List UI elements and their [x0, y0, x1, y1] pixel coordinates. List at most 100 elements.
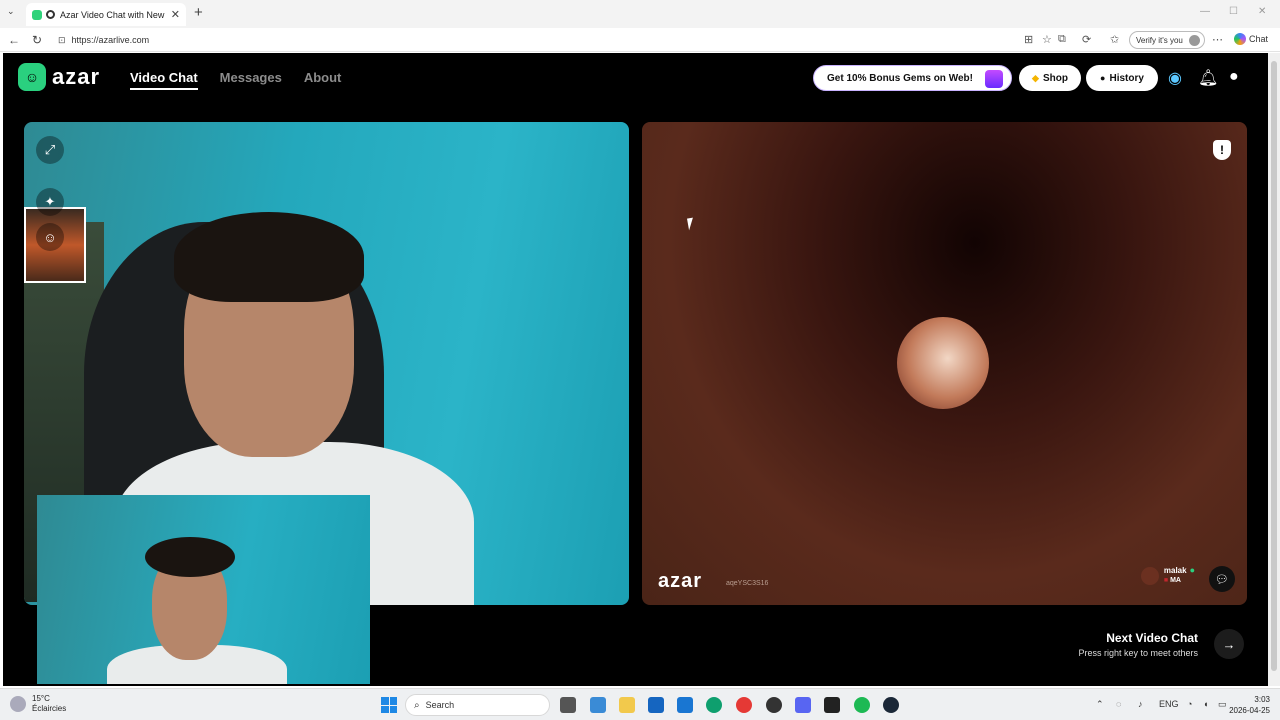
- browser-tabbar: ⌄ Azar Video Chat with New Pe ✕ + — ☐ ✕: [0, 0, 1280, 28]
- new-tab-button[interactable]: +: [194, 4, 203, 21]
- browser-tab[interactable]: Azar Video Chat with New Pe ✕: [26, 3, 186, 26]
- read-aloud-icon[interactable]: ⊞: [1024, 33, 1033, 46]
- page-scrollbar[interactable]: [1268, 53, 1280, 686]
- person-hair: [174, 212, 364, 302]
- azar-logo-icon: ☺: [18, 63, 46, 91]
- next-arrow-button[interactable]: →: [1214, 629, 1244, 659]
- azar-page: ☺ azar Video Chat Messages About Get 10%…: [3, 53, 1268, 686]
- azar-logo[interactable]: ☺ azar: [18, 63, 100, 91]
- face-filter-icon[interactable]: ☺: [36, 223, 64, 251]
- tab-list-dropdown-icon[interactable]: ⌄: [7, 6, 15, 17]
- browser-essentials-icon[interactable]: ⟳: [1082, 33, 1091, 46]
- remote-username: malak: [1163, 566, 1187, 575]
- remote-camera-circle: [897, 317, 989, 409]
- clock-date: 2026-04-25: [1229, 706, 1270, 715]
- nav-messages[interactable]: Messages: [220, 70, 282, 90]
- logo-text: azar: [52, 64, 101, 89]
- copilot-label: Chat: [1249, 34, 1269, 44]
- weather-widget[interactable]: 15°C Éclaircies: [10, 694, 66, 714]
- magic-wand-icon[interactable]: ✦: [36, 188, 64, 216]
- microphone-icon[interactable]: ♪: [1138, 699, 1143, 709]
- self-preview-pip[interactable]: [37, 495, 370, 684]
- battery-icon[interactable]: ▭: [1218, 699, 1227, 710]
- taskbar-search[interactable]: ⌕ Search: [405, 694, 550, 716]
- remote-country: MA: [1170, 577, 1181, 584]
- close-tab-icon[interactable]: ✕: [171, 8, 180, 21]
- capcut-icon[interactable]: [824, 697, 840, 713]
- azar-favicon-icon: [32, 9, 42, 20]
- verify-label: Verify it's you: [1136, 35, 1183, 45]
- report-shield-icon[interactable]: !: [1213, 140, 1231, 160]
- remote-user-chip[interactable]: malak ● ■ MA: [1140, 565, 1195, 586]
- spotify-icon[interactable]: [854, 697, 870, 713]
- close-window-button[interactable]: ✕: [1258, 6, 1266, 17]
- clock-time: 3:03: [1254, 695, 1270, 704]
- task-view-icon[interactable]: [560, 697, 576, 713]
- app-icon-1[interactable]: [590, 697, 606, 713]
- nav-about[interactable]: About: [304, 70, 342, 90]
- weather-condition: Éclaircies: [32, 704, 67, 713]
- tray-overflow-icon[interactable]: ⌃: [1096, 699, 1104, 710]
- profile-verify-button[interactable]: Verify it's you: [1129, 31, 1205, 49]
- shop-button[interactable]: ◆ Shop: [1019, 65, 1081, 91]
- network-icon[interactable]: ◌: [1116, 699, 1121, 709]
- system-clock[interactable]: 3:03 2026-04-25: [1229, 694, 1270, 716]
- next-video-chat-text: Next Video Chat Press right key to meet …: [1078, 631, 1198, 658]
- copilot-button[interactable]: Chat: [1234, 33, 1268, 45]
- chat-bubble-icon[interactable]: ◉: [1168, 68, 1182, 88]
- search-placeholder: Search: [425, 700, 455, 710]
- history-label: History: [1109, 72, 1144, 84]
- extensions-icon[interactable]: ⧉: [1058, 33, 1066, 46]
- remote-video-panel: ! azar aqeYSC3S16 malak ● ■ MA 💬︎: [642, 122, 1247, 605]
- verified-icon: ●: [1189, 565, 1195, 575]
- remote-azar-watermark: azar: [658, 570, 703, 592]
- outlook-icon[interactable]: [677, 697, 693, 713]
- url-field[interactable]: ⊡ https://azarlive.com: [52, 31, 1012, 49]
- bell-icon[interactable]: 🔔︎: [1198, 68, 1218, 88]
- bonus-gems-promo-button[interactable]: Get 10% Bonus Gems on Web!: [813, 65, 1012, 91]
- discord-icon[interactable]: [795, 697, 811, 713]
- clock-icon: ●: [1100, 73, 1106, 83]
- remote-session-code: aqeYSC3S16: [726, 580, 769, 587]
- weather-temp: 15°C: [32, 694, 50, 703]
- volume-icon[interactable]: ◖: [1203, 699, 1208, 709]
- windows-taskbar: 15°C Éclaircies ⌕ Search ⌃ ◌ ♪ ENG ◔ ◖ ▭…: [0, 688, 1280, 720]
- davinci-icon[interactable]: [766, 697, 782, 713]
- scrollbar-thumb[interactable]: [1271, 61, 1277, 671]
- shop-label: Shop: [1042, 72, 1068, 84]
- next-title: Next Video Chat: [1106, 631, 1198, 645]
- nav-video-chat[interactable]: Video Chat: [130, 70, 198, 90]
- gift-icon: [985, 70, 1003, 88]
- flag-icon: ■: [1163, 577, 1169, 584]
- back-icon[interactable]: ←: [8, 33, 20, 47]
- profile-avatar-icon[interactable]: ●: [1229, 68, 1239, 86]
- more-menu-icon[interactable]: ⋯: [1212, 33, 1223, 46]
- address-bar-row: ← ↻ ⊡ https://azarlive.com ⊞ ☆ ⧉ ⟳ ✩ Ver…: [0, 28, 1280, 52]
- windows-start-icon[interactable]: [381, 697, 397, 713]
- steam-icon[interactable]: [883, 697, 899, 713]
- recording-indicator-icon: [46, 10, 55, 19]
- profile-avatar: [1189, 35, 1200, 46]
- minimize-button[interactable]: —: [1200, 6, 1210, 17]
- favorites-icon[interactable]: ✩: [1110, 33, 1119, 46]
- site-info-icon[interactable]: ⊡: [58, 35, 66, 46]
- url-text: https://azarlive.com: [71, 35, 150, 45]
- promo-label: Get 10% Bonus Gems on Web!: [827, 72, 973, 84]
- opera-icon[interactable]: [736, 697, 752, 713]
- favorite-star-icon[interactable]: ☆: [1042, 33, 1052, 46]
- search-icon: ⌕: [414, 699, 420, 711]
- store-icon[interactable]: [648, 697, 664, 713]
- weather-icon: [10, 696, 26, 712]
- pip-hair: [145, 537, 235, 577]
- refresh-icon[interactable]: ↻: [32, 33, 42, 47]
- message-icon[interactable]: 💬︎: [1209, 566, 1235, 592]
- edge-icon[interactable]: [706, 697, 722, 713]
- maximize-button[interactable]: ☐: [1229, 6, 1238, 17]
- history-button[interactable]: ● History: [1086, 65, 1158, 91]
- expand-icon[interactable]: ⤢: [36, 136, 64, 164]
- file-explorer-icon[interactable]: [619, 697, 635, 713]
- remote-user-avatar: [1140, 566, 1159, 585]
- next-subtitle: Press right key to meet others: [1078, 648, 1198, 658]
- language-indicator[interactable]: ENG: [1159, 699, 1179, 709]
- wifi-icon[interactable]: ◔: [1187, 699, 1192, 709]
